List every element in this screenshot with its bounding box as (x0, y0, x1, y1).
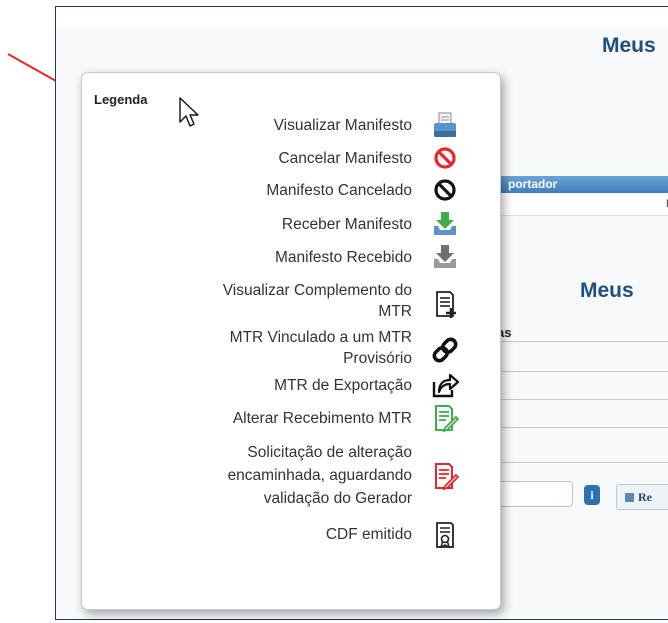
cancelled-black-icon[interactable] (430, 175, 460, 205)
divider (492, 427, 668, 428)
mouse-cursor-icon (179, 97, 199, 127)
received-gray-icon[interactable] (430, 242, 460, 272)
legend-label-mtr-vinculado: MTR Vinculado a um MTR Provisório (229, 329, 412, 367)
action-button[interactable]: Re (616, 484, 668, 510)
legend-label-receber-manifesto: Receber Manifesto (281, 216, 412, 233)
export-share-icon[interactable] (430, 370, 460, 400)
link-icon[interactable] (430, 335, 460, 365)
legend-label-cdf-emitido: CDF emitido (325, 526, 412, 543)
legend-popup: Legenda Visualizar Manifesto Cancelar Ma… (81, 72, 501, 610)
edit-green-document-icon[interactable] (430, 403, 460, 433)
legend-label-visualizar-complemento: Visualizar Complemento do MTR (222, 282, 412, 320)
divider (492, 399, 668, 400)
legend-title: Legenda (94, 92, 148, 107)
document-add-icon[interactable] (430, 289, 460, 319)
legend-label-manifesto-cancelado: Manifesto Cancelado (266, 182, 412, 199)
legend-label-cancelar-manifesto: Cancelar Manifesto (278, 150, 412, 167)
table-row: N (496, 193, 668, 216)
table-header-bar: portador (496, 176, 668, 193)
divider (492, 371, 668, 372)
cancel-red-icon[interactable] (430, 143, 460, 173)
legend-label-alterar-recebimento: Alterar Recebimento MTR (232, 410, 412, 427)
edit-red-document-icon[interactable] (430, 461, 460, 491)
divider (492, 341, 668, 342)
certificate-document-icon[interactable] (430, 520, 460, 550)
button-icon (625, 493, 634, 502)
section-title: Meus (580, 279, 634, 302)
legend-label-solicitacao-alteracao: Solicitação de alteração encaminhada, ag… (227, 444, 412, 507)
legend-label-manifesto-recebido: Manifesto Recebido (275, 249, 412, 266)
view-manifest-icon[interactable] (430, 111, 460, 141)
search-input[interactable] (496, 481, 573, 507)
window-top-band (56, 7, 668, 29)
page-title: Meus (602, 34, 656, 57)
receive-green-icon[interactable] (430, 209, 460, 239)
info-icon[interactable]: i (584, 485, 600, 505)
legend-label-mtr-exportacao: MTR de Exportação (274, 377, 412, 394)
legend-label-visualizar-manifesto: Visualizar Manifesto (273, 117, 412, 134)
divider (492, 462, 668, 463)
